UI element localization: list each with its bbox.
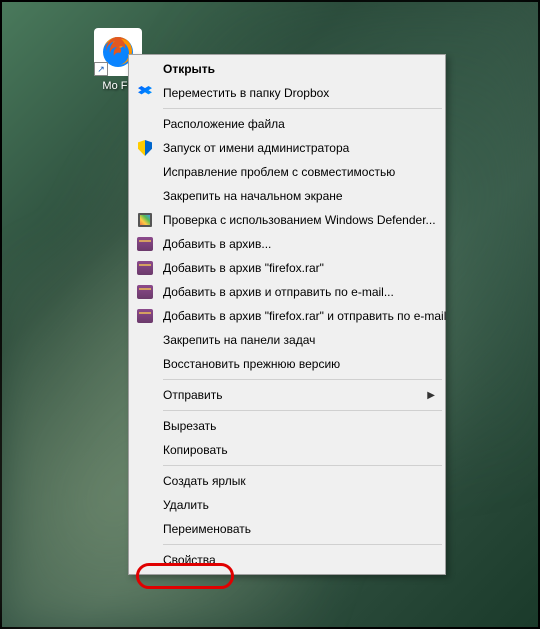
menu-label: Вырезать <box>163 419 435 433</box>
menu-label: Удалить <box>163 498 435 512</box>
menu-add-archive-email[interactable]: Добавить в архив и отправить по e-mail..… <box>131 280 443 304</box>
menu-pin-start[interactable]: Закрепить на начальном экране <box>131 184 443 208</box>
shield-icon <box>135 138 155 158</box>
menu-label: Добавить в архив "firefox.rar" и отправи… <box>163 309 446 323</box>
menu-add-archive[interactable]: Добавить в архив... <box>131 232 443 256</box>
winrar-icon <box>135 234 155 254</box>
menu-label: Отправить <box>163 388 423 402</box>
separator <box>163 108 442 109</box>
blank-icon <box>135 550 155 570</box>
menu-label: Исправление проблем с совместимостью <box>163 165 435 179</box>
menu-restore-previous[interactable]: Восстановить прежнюю версию <box>131 352 443 376</box>
menu-label: Переместить в папку Dropbox <box>163 86 435 100</box>
defender-icon <box>135 210 155 230</box>
blank-icon <box>135 440 155 460</box>
menu-dropbox[interactable]: Переместить в папку Dropbox <box>131 81 443 105</box>
menu-label: Добавить в архив "firefox.rar" <box>163 261 435 275</box>
blank-icon <box>135 495 155 515</box>
menu-create-shortcut[interactable]: Создать ярлык <box>131 469 443 493</box>
blank-icon <box>135 59 155 79</box>
menu-label: Добавить в архив... <box>163 237 435 251</box>
menu-copy[interactable]: Копировать <box>131 438 443 462</box>
menu-send-to[interactable]: Отправить ▶ <box>131 383 443 407</box>
blank-icon <box>135 114 155 134</box>
menu-rename[interactable]: Переименовать <box>131 517 443 541</box>
menu-label: Переименовать <box>163 522 435 536</box>
menu-pin-taskbar[interactable]: Закрепить на панели задач <box>131 328 443 352</box>
menu-label: Запуск от имени администратора <box>163 141 435 155</box>
blank-icon <box>135 354 155 374</box>
blank-icon <box>135 162 155 182</box>
shortcut-overlay-icon: ↗ <box>94 62 108 76</box>
blank-icon <box>135 416 155 436</box>
separator <box>163 465 442 466</box>
menu-add-firefox-rar-email[interactable]: Добавить в архив "firefox.rar" и отправи… <box>131 304 443 328</box>
menu-open[interactable]: Открыть <box>131 57 443 81</box>
menu-label: Добавить в архив и отправить по e-mail..… <box>163 285 435 299</box>
context-menu: Открыть Переместить в папку Dropbox Расп… <box>128 54 446 575</box>
separator <box>163 410 442 411</box>
winrar-icon <box>135 282 155 302</box>
winrar-icon <box>135 306 155 326</box>
separator <box>163 379 442 380</box>
menu-label: Свойства <box>163 553 435 567</box>
menu-delete[interactable]: Удалить <box>131 493 443 517</box>
blank-icon <box>135 186 155 206</box>
blank-icon <box>135 330 155 350</box>
menu-defender-scan[interactable]: Проверка с использованием Windows Defend… <box>131 208 443 232</box>
blank-icon <box>135 385 155 405</box>
winrar-icon <box>135 258 155 278</box>
menu-label: Проверка с использованием Windows Defend… <box>163 213 436 227</box>
menu-run-as-admin[interactable]: Запуск от имени администратора <box>131 136 443 160</box>
menu-label: Закрепить на панели задач <box>163 333 435 347</box>
menu-label: Восстановить прежнюю версию <box>163 357 435 371</box>
menu-label: Расположение файла <box>163 117 435 131</box>
menu-properties[interactable]: Свойства <box>131 548 443 572</box>
menu-label: Закрепить на начальном экране <box>163 189 435 203</box>
blank-icon <box>135 519 155 539</box>
separator <box>163 544 442 545</box>
menu-compat-troubleshoot[interactable]: Исправление проблем с совместимостью <box>131 160 443 184</box>
dropbox-icon <box>135 83 155 103</box>
submenu-arrow-icon: ▶ <box>427 390 435 401</box>
menu-label: Копировать <box>163 443 435 457</box>
blank-icon <box>135 471 155 491</box>
menu-cut[interactable]: Вырезать <box>131 414 443 438</box>
menu-label: Создать ярлык <box>163 474 435 488</box>
menu-label: Открыть <box>163 62 435 76</box>
menu-file-location[interactable]: Расположение файла <box>131 112 443 136</box>
menu-add-firefox-rar[interactable]: Добавить в архив "firefox.rar" <box>131 256 443 280</box>
